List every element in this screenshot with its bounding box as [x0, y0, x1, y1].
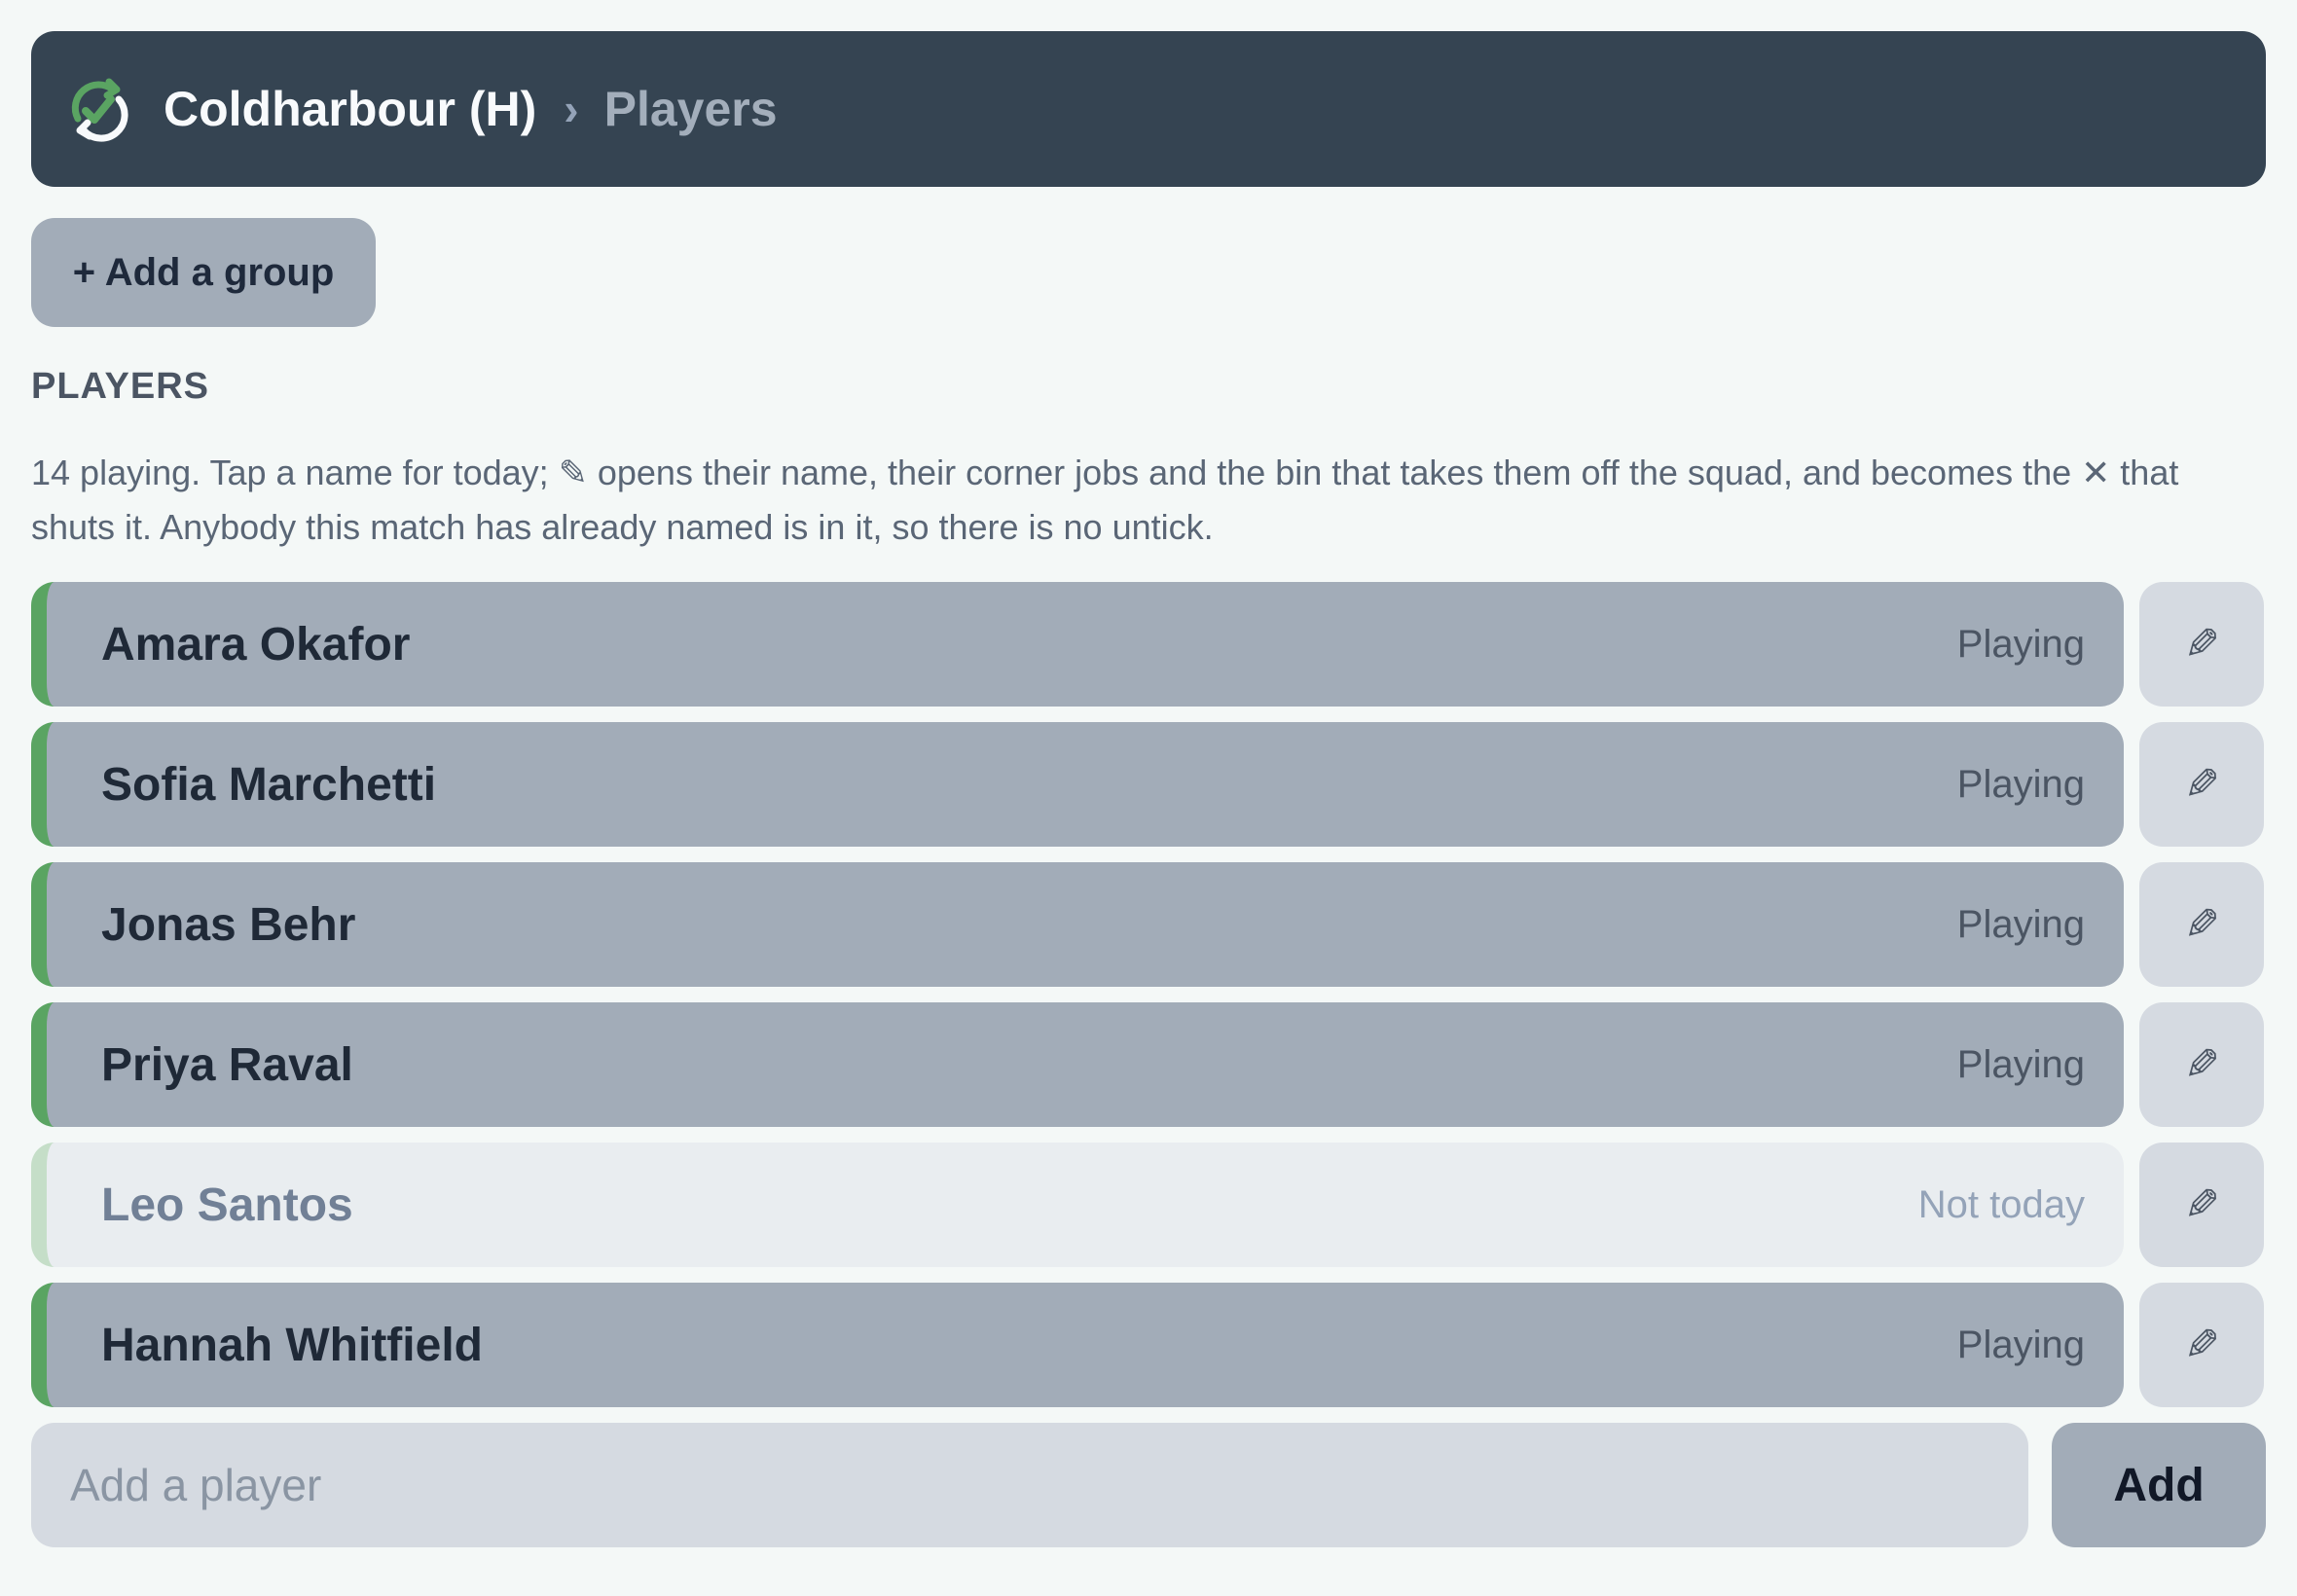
pencil-icon: ✎: [2183, 620, 2220, 669]
player-toggle[interactable]: Sofia Marchetti Playing: [31, 722, 2124, 847]
player-row: Leo Santos Not today ✎: [31, 1143, 2266, 1267]
player-status: Playing: [1956, 902, 2085, 946]
top-bar: Coldharbour (H) › Players: [31, 31, 2266, 187]
player-name: Jonas Behr: [101, 898, 356, 951]
edit-player-button[interactable]: ✎: [2139, 1143, 2264, 1267]
player-name: Priya Raval: [101, 1038, 353, 1091]
breadcrumb-team[interactable]: Coldharbour (H): [164, 81, 536, 137]
players-list: Amara Okafor Playing ✎ Sofia Marchetti P…: [31, 582, 2266, 1407]
edit-player-button[interactable]: ✎: [2139, 722, 2264, 847]
players-page: Coldharbour (H) › Players + Add a group …: [31, 31, 2266, 1547]
player-toggle[interactable]: Leo Santos Not today: [31, 1143, 2124, 1267]
pencil-icon: ✎: [2183, 760, 2220, 809]
player-row: Sofia Marchetti Playing ✎: [31, 722, 2266, 847]
player-status: Playing: [1956, 1042, 2085, 1086]
player-name: Leo Santos: [101, 1179, 353, 1231]
player-row: Amara Okafor Playing ✎: [31, 582, 2266, 707]
player-row: Hannah Whitfield Playing ✎: [31, 1283, 2266, 1407]
player-status: Playing: [1956, 622, 2085, 666]
add-group-button[interactable]: + Add a group: [31, 218, 376, 327]
edit-player-button[interactable]: ✎: [2139, 862, 2264, 987]
player-toggle[interactable]: Amara Okafor Playing: [31, 582, 2124, 707]
player-row: Jonas Behr Playing ✎: [31, 862, 2266, 987]
edit-player-button[interactable]: ✎: [2139, 1002, 2264, 1127]
pencil-icon: ✎: [2183, 900, 2220, 949]
player-row: Priya Raval Playing ✎: [31, 1002, 2266, 1127]
add-player-input[interactable]: [31, 1423, 2028, 1547]
player-toggle[interactable]: Priya Raval Playing: [31, 1002, 2124, 1127]
pencil-icon: ✎: [2183, 1180, 2220, 1229]
player-toggle[interactable]: Hannah Whitfield Playing: [31, 1283, 2124, 1407]
players-heading: PLAYERS: [31, 366, 209, 407]
players-hint-text: 14 playing. Tap a name for today; ✎ open…: [31, 453, 2179, 547]
pencil-icon: ✎: [2183, 1321, 2220, 1369]
edit-player-button[interactable]: ✎: [2139, 582, 2264, 707]
player-name: Amara Okafor: [101, 618, 411, 671]
edit-player-button[interactable]: ✎: [2139, 1283, 2264, 1407]
player-name: Sofia Marchetti: [101, 758, 437, 811]
player-toggle[interactable]: Jonas Behr Playing: [31, 862, 2124, 987]
add-player-form: Add: [31, 1423, 2266, 1547]
add-player-button[interactable]: Add: [2052, 1423, 2266, 1547]
breadcrumb-separator: ›: [564, 84, 579, 134]
player-status: Playing: [1956, 762, 2085, 806]
player-status: Not today: [1917, 1182, 2085, 1226]
breadcrumb-current-page: Players: [603, 82, 778, 136]
pencil-icon: ✎: [2183, 1040, 2220, 1089]
refresh-check-icon: [71, 78, 128, 142]
player-name: Hannah Whitfield: [101, 1319, 483, 1371]
player-status: Playing: [1956, 1323, 2085, 1366]
